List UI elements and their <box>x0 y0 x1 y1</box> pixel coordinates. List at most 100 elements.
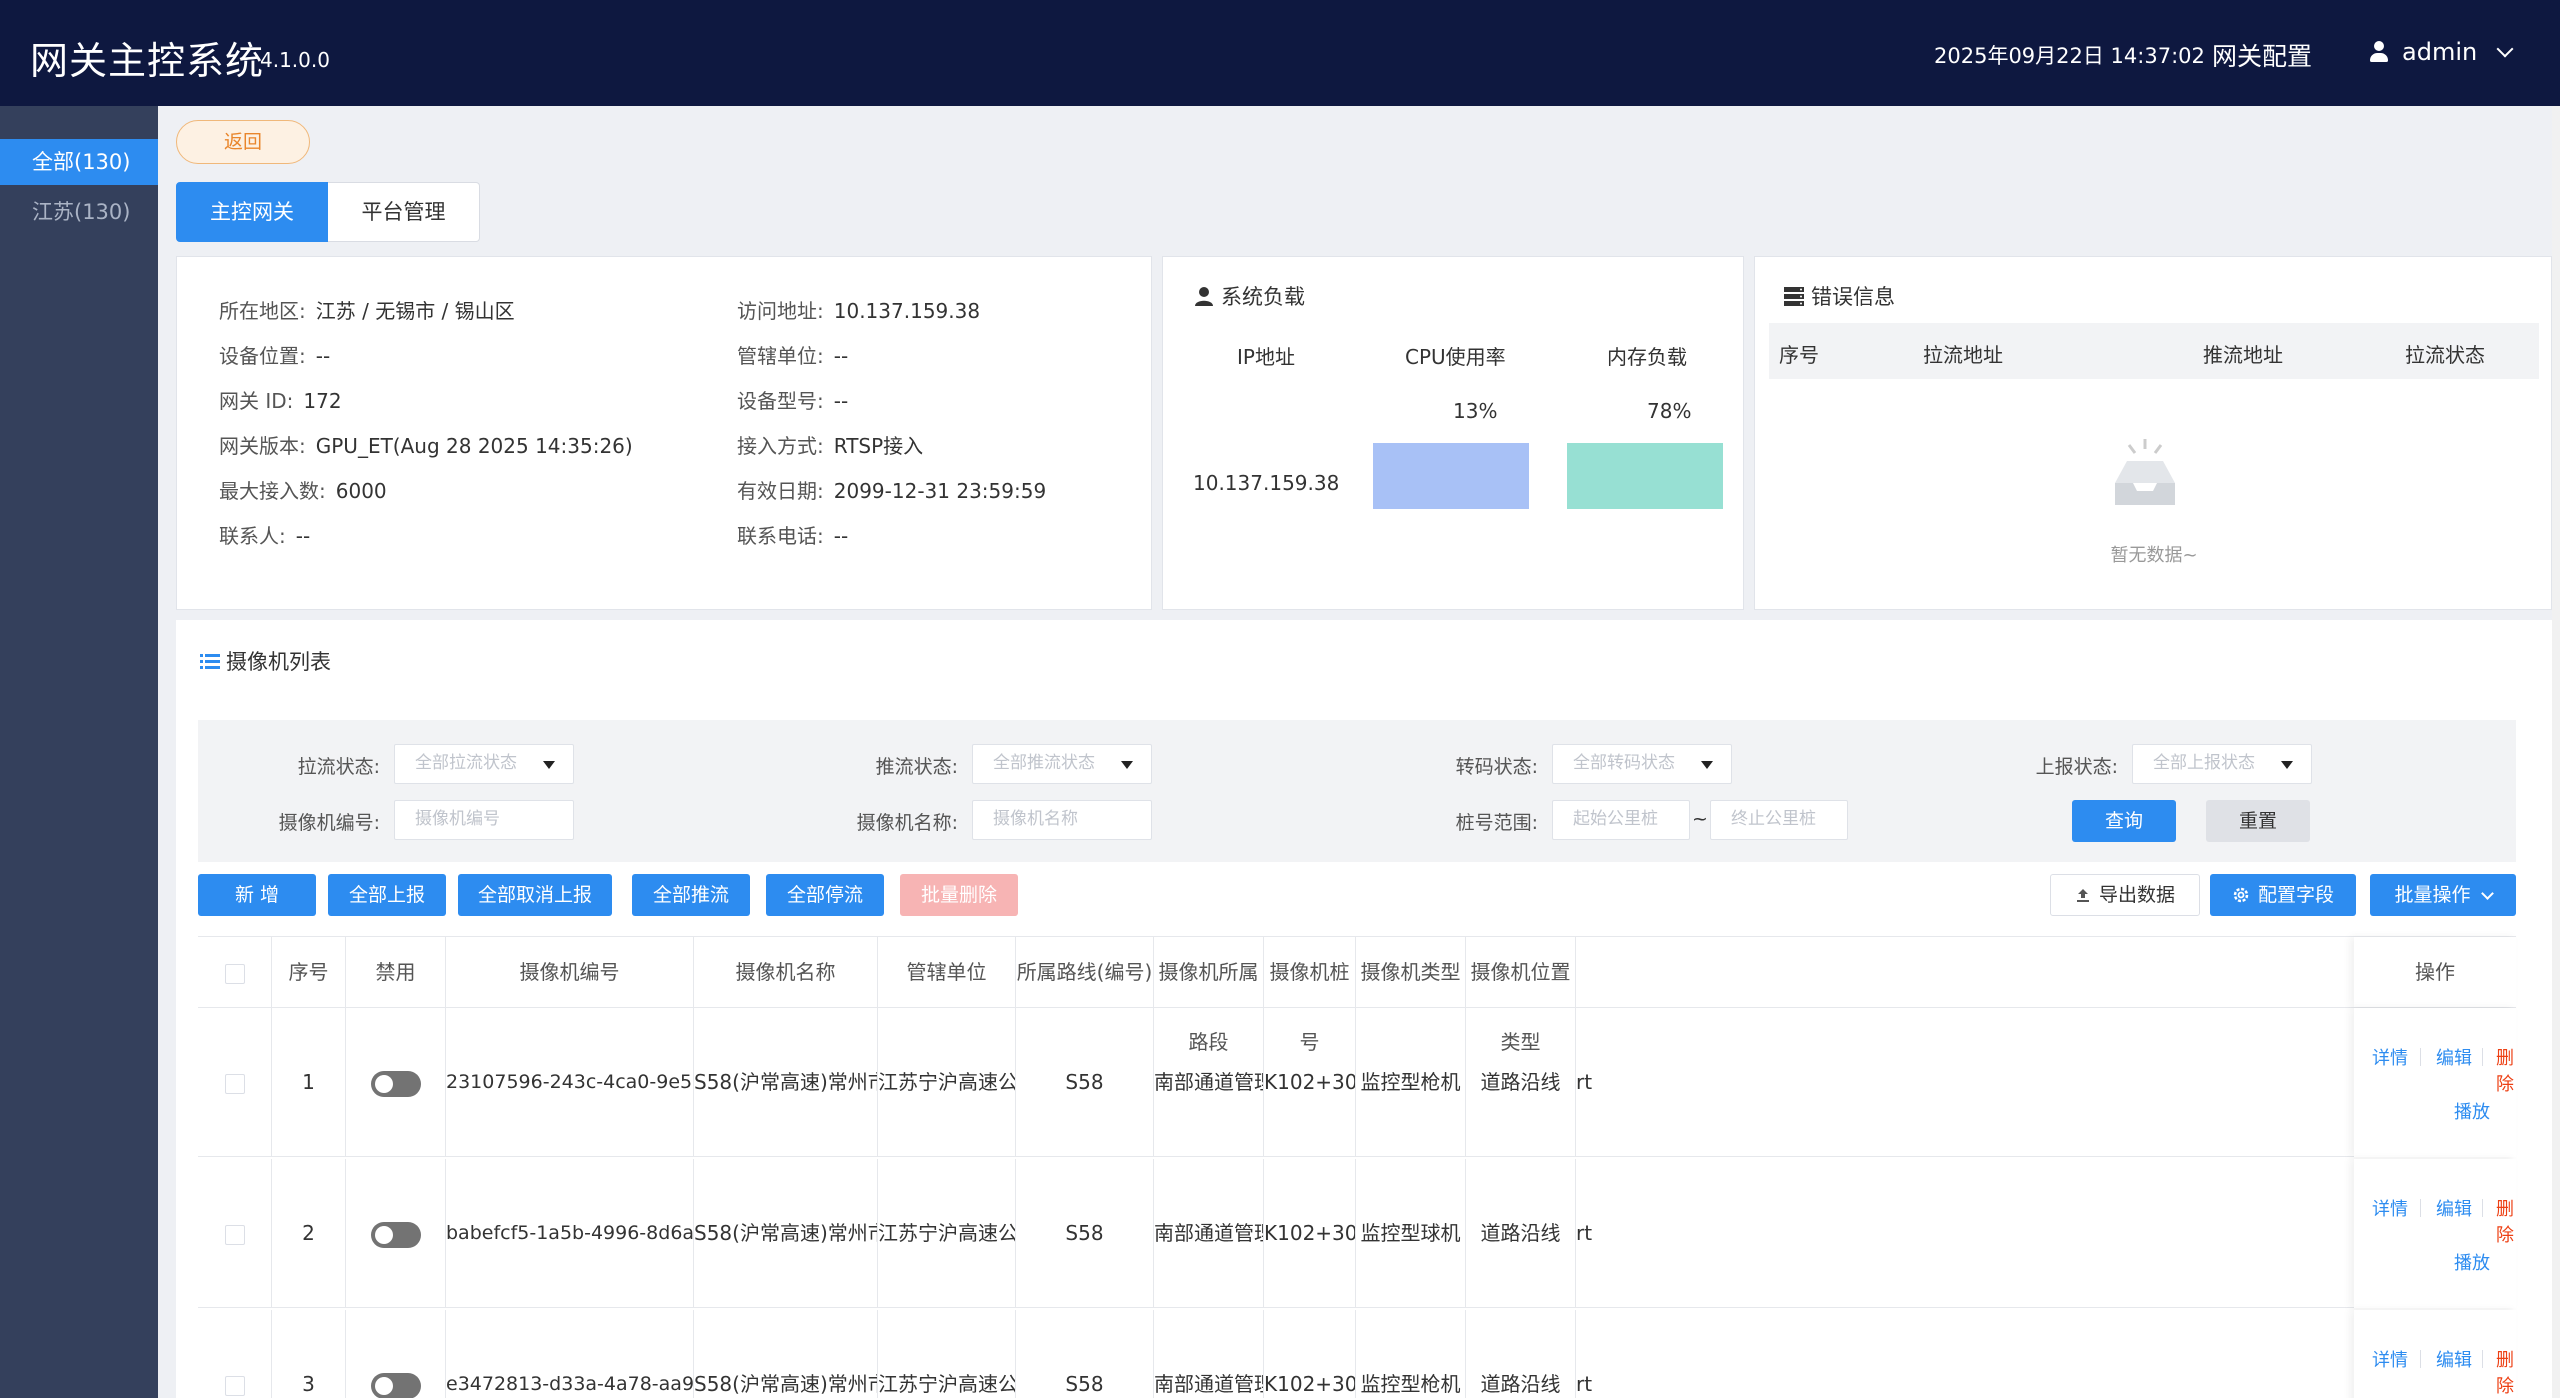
select-all-checkbox[interactable] <box>224 963 245 984</box>
sidebar-item-all[interactable]: 全部(130) <box>0 139 158 185</box>
camera-name-input[interactable]: 摄像机名称 <box>972 800 1152 840</box>
system-load-title: 系统负载 <box>1193 281 1305 311</box>
err-col-index: 序号 <box>1779 343 1819 367</box>
delete-link[interactable]: 删除 <box>2496 1346 2516 1398</box>
pull-status-label: 拉流状态: <box>297 756 380 778</box>
row-disabled-cell <box>346 1008 446 1157</box>
transcode-status-select[interactable]: 全部转码状态 <box>1552 744 1732 784</box>
user-menu[interactable]: admin <box>2370 38 2514 66</box>
disable-toggle[interactable] <box>370 1221 421 1248</box>
disable-toggle[interactable] <box>370 1070 421 1097</box>
pull-status-select[interactable]: 全部拉流状态 <box>394 744 574 784</box>
table-header: 序号 禁用 摄像机编号 摄像机名称 管辖单位 所属路线(编号) 摄像机所属路段 … <box>198 936 2516 1054</box>
detail-link[interactable]: 详情 <box>2372 1195 2408 1221</box>
batch-delete-button[interactable]: 批量删除 <box>900 874 1018 916</box>
row-extra: rt <box>1576 1070 1593 1094</box>
row-checkbox[interactable] <box>224 1224 245 1245</box>
edit-link[interactable]: 编辑 <box>2436 1195 2472 1221</box>
delete-link[interactable]: 删除 <box>2496 1044 2516 1096</box>
server-icon <box>1784 287 1804 306</box>
user-icon <box>2370 41 2388 63</box>
info-contact: 联系人: -- <box>219 524 311 548</box>
camera-list-title: 摄像机列表 <box>200 646 331 676</box>
pile-range-separator: ~ <box>1692 808 1708 830</box>
push-status-select[interactable]: 全部推流状态 <box>972 744 1152 784</box>
report-status-select[interactable]: 全部上报状态 <box>2132 744 2312 784</box>
sidebar-item-jiangsu[interactable]: 江苏(130) <box>0 189 158 235</box>
report-all-button[interactable]: 全部上报 <box>328 874 446 916</box>
row-checkbox[interactable] <box>224 1375 245 1396</box>
row-camera-type: 监控型球机 <box>1356 1159 1466 1308</box>
err-col-push-url: 推流地址 <box>2203 343 2283 367</box>
error-info-title: 错误信息 <box>1783 281 1895 311</box>
row-disabled-cell <box>346 1310 446 1398</box>
cancel-report-all-button[interactable]: 全部取消上报 <box>458 874 612 916</box>
user-name: admin <box>2402 38 2478 66</box>
detail-link[interactable]: 详情 <box>2372 1044 2408 1070</box>
row-pile: K102+300 <box>1264 1310 1356 1398</box>
row-admin-unit: 江苏宁沪高速公路... <box>878 1159 1016 1308</box>
gateway-config-link[interactable]: 网关配置 <box>2212 37 2312 73</box>
play-link[interactable]: 播放 <box>2454 1098 2490 1124</box>
play-link[interactable]: 播放 <box>2454 1249 2490 1275</box>
datetime-display: 2025年09月22日 14:37:02 <box>1934 44 2205 68</box>
col-pile: 摄像机桩号 <box>1264 937 1356 1054</box>
disable-toggle[interactable] <box>370 1372 421 1398</box>
add-button[interactable]: 新 增 <box>198 874 316 916</box>
top-header: 网关主控系统 4.1.0.0 2025年09月22日 14:37:02 网关配置… <box>0 0 2560 106</box>
link-separator <box>2482 1350 2483 1368</box>
col-camera-code: 摄像机编号 <box>446 937 694 1007</box>
error-table-header: 序号 拉流地址 推流地址 拉流状态 <box>1769 323 2539 379</box>
pile-end-input[interactable]: 终止公里桩 <box>1710 800 1848 840</box>
gateway-tabs: 主控网关 平台管理 <box>176 182 480 242</box>
row-index: 1 <box>272 1008 346 1157</box>
detail-link[interactable]: 详情 <box>2372 1346 2408 1372</box>
row-route: S58 <box>1016 1159 1154 1308</box>
camera-name-label: 摄像机名称: <box>856 812 958 834</box>
edit-link[interactable]: 编辑 <box>2436 1346 2472 1372</box>
link-separator <box>2482 1199 2483 1217</box>
empty-text: 暂无数据~ <box>2110 545 2198 566</box>
load-ip-value: 10.137.159.38 <box>1193 471 1340 495</box>
row-select-cell <box>198 1159 272 1308</box>
row-position-type: 道路沿线 <box>1466 1159 1576 1308</box>
reset-button[interactable]: 重置 <box>2206 800 2310 842</box>
query-button[interactable]: 查询 <box>2072 800 2176 842</box>
config-fields-button[interactable]: 配置字段 <box>2210 874 2356 916</box>
row-route: S58 <box>1016 1008 1154 1157</box>
app-title: 网关主控系统 <box>30 39 265 83</box>
info-region: 所在地区: 江苏 / 无锡市 / 锡山区 <box>219 299 515 323</box>
row-operations: 详情编辑删除播放 <box>2354 1310 2516 1398</box>
batch-ops-button[interactable]: 批量操作 <box>2370 874 2516 916</box>
push-all-button[interactable]: 全部推流 <box>632 874 750 916</box>
stop-all-button[interactable]: 全部停流 <box>766 874 884 916</box>
table-row: 2babefcf5-1a5b-4996-8d6a-e1fea84c183eS58… <box>198 1159 2516 1308</box>
chevron-down-icon <box>2480 886 2494 900</box>
row-checkbox[interactable] <box>224 1073 245 1094</box>
info-location: 设备位置: -- <box>219 344 331 368</box>
back-button[interactable]: 返回 <box>176 120 310 164</box>
sidebar: 全部(130) 江苏(130) <box>0 106 158 1398</box>
row-camera-code: babefcf5-1a5b-4996-8d6a-e1fea84c183e <box>446 1159 694 1308</box>
push-status-label: 推流状态: <box>875 756 958 778</box>
transcode-status-label: 转码状态: <box>1455 756 1538 778</box>
camera-code-input[interactable]: 摄像机编号 <box>394 800 574 840</box>
export-button[interactable]: 导出数据 <box>2050 874 2200 916</box>
row-section: 南部通道管理处 <box>1154 1310 1264 1398</box>
app-version: 4.1.0.0 <box>260 48 330 72</box>
select-all-cell <box>198 937 272 1007</box>
camera-list-card: 摄像机列表 拉流状态: 全部拉流状态 推流状态: 全部推流状态 转码状态: 全部… <box>176 620 2552 1398</box>
col-camera-type: 摄像机类型 <box>1356 937 1466 1007</box>
pile-start-input[interactable]: 起始公里桩 <box>1552 800 1690 840</box>
row-extra: rt <box>1576 1372 1593 1396</box>
edit-link[interactable]: 编辑 <box>2436 1044 2472 1070</box>
tab-platform-management[interactable]: 平台管理 <box>328 182 480 242</box>
tab-master-gateway[interactable]: 主控网关 <box>176 182 328 242</box>
camera-code-label: 摄像机编号: <box>278 812 380 834</box>
col-admin-unit: 管辖单位 <box>878 937 1016 1007</box>
info-access-address: 访问地址: 10.137.159.38 <box>737 299 981 323</box>
memory-usage-bar <box>1567 443 1723 509</box>
filter-panel: 拉流状态: 全部拉流状态 推流状态: 全部推流状态 转码状态: 全部转码状态 上… <box>198 720 2516 862</box>
empty-inbox-icon <box>2115 439 2175 505</box>
delete-link[interactable]: 删除 <box>2496 1195 2516 1247</box>
